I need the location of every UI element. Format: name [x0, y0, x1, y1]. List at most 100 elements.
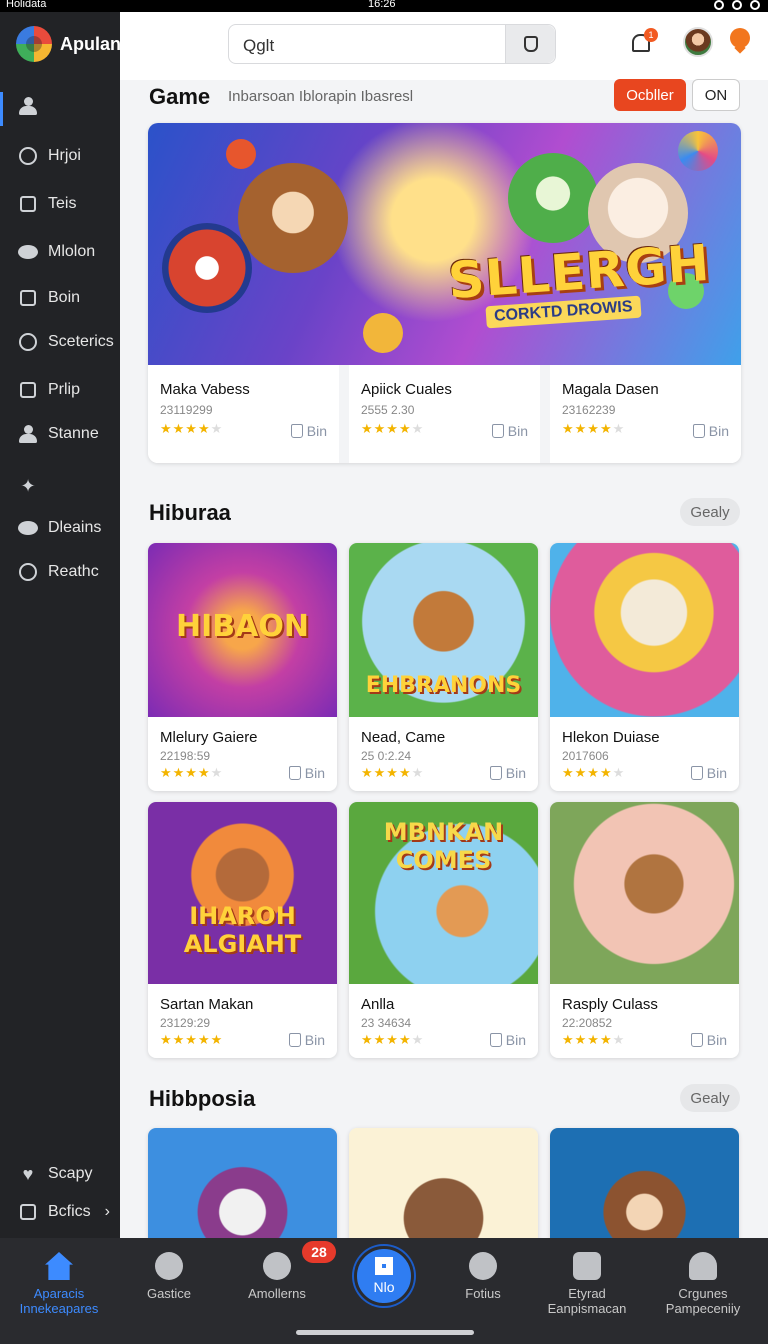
game-thumbnail	[550, 543, 739, 717]
like-button[interactable]: Bin	[288, 765, 325, 781]
sidebar-item-user[interactable]: Stanne	[18, 424, 99, 444]
like-button[interactable]: Bin	[489, 1032, 526, 1048]
game-meta: 25 0:2.24	[361, 749, 412, 763]
game-card[interactable]	[550, 1128, 739, 1238]
main-content: Qglt 1 Game Inbarsoan Iblorapin Ibasresl…	[120, 12, 768, 1238]
game-meta: 23 34634	[361, 1016, 412, 1030]
gamepad-icon	[155, 1252, 183, 1280]
brand[interactable]: Apulan	[16, 26, 121, 62]
avatar[interactable]	[683, 27, 713, 57]
sidebar-item-label: Mlolon	[48, 243, 96, 260]
rating-stars: ★★★★★	[562, 1032, 626, 1047]
pin-icon: ✦	[20, 475, 36, 496]
game-title: Apiick Cuales	[361, 381, 452, 398]
section-title-hiburaa: Hiburaa	[149, 500, 231, 525]
game-card[interactable]: HIBAON Mlelury Gaiere 22198:59 ★★★★★ Bin	[148, 543, 337, 791]
section-title-hibbposia: Hibbposia	[149, 1086, 256, 1111]
banner-game-card[interactable]: Apiick Cuales 2555 2.30 ★★★★★ Bin	[349, 365, 540, 463]
sidebar-item-bubble[interactable]: Sceterics	[18, 332, 114, 352]
game-card[interactable]: Rasply Culass 22:20852 ★★★★★ Bin	[550, 802, 739, 1058]
game-card[interactable]: EHBRANONS Nead, Came 25 0:2.24 ★★★★★ Bin	[349, 543, 538, 791]
like-button[interactable]: Bin	[290, 423, 327, 439]
chat-icon	[18, 242, 38, 262]
card-divider	[339, 365, 349, 463]
sidebar-item-square[interactable]: Prlip	[18, 380, 80, 400]
like-button[interactable]: Bin	[690, 1032, 727, 1048]
game-title: Magala Dasen	[562, 381, 659, 398]
bookmark-icon	[573, 1252, 601, 1280]
toggle-button[interactable]: ON	[692, 79, 740, 111]
game-thumbnail: IHAROH ALGIAHT	[148, 802, 337, 984]
like-button[interactable]: Bin	[690, 765, 727, 781]
game-meta: 22198:59	[160, 749, 211, 763]
status-icons	[714, 0, 760, 10]
game-card[interactable]: IHAROH ALGIAHT Sartan Makan 23129:29 ★★★…	[148, 802, 337, 1058]
tab-badge: 28	[302, 1241, 336, 1263]
thumbs-up-icon	[489, 1033, 502, 1047]
chat-bubble-icon[interactable]	[730, 28, 750, 48]
tab-profile[interactable]: Crgunes Pampeceniiy	[648, 1252, 758, 1316]
green-character	[508, 153, 598, 243]
home-icon	[45, 1252, 73, 1280]
sidebar-item-cloud[interactable]: Dleains	[18, 518, 101, 538]
sidebar-item-pin[interactable]: ✦	[18, 476, 48, 496]
game-card[interactable]	[349, 1128, 538, 1238]
mouse-icon	[523, 36, 538, 52]
search-icon	[18, 146, 38, 166]
banner-game-card[interactable]: Magala Dasen 23162239 ★★★★★ Bin	[550, 365, 741, 463]
sidebar-item-people[interactable]	[18, 96, 48, 116]
center-action-button[interactable]: Nlo	[354, 1246, 414, 1306]
like-button[interactable]: Bin	[288, 1032, 325, 1048]
primary-button[interactable]: Ocbller	[614, 79, 686, 111]
signal-icon	[714, 0, 724, 10]
featured-banner[interactable]: SLLERGH CORKTD DROWIS Maka Vabess 231192…	[148, 123, 741, 463]
profile-icon	[689, 1252, 717, 1280]
game-thumbnail: HIBAON	[148, 543, 337, 717]
circle-icon	[18, 562, 38, 582]
tab-gastice[interactable]: Gastice	[114, 1252, 224, 1301]
thumbs-up-icon	[690, 766, 703, 780]
user-icon	[18, 424, 38, 444]
rating-stars: ★★★★★	[361, 421, 425, 436]
sidebar-item-search[interactable]: Hrjoi	[18, 146, 81, 166]
see-all-button[interactable]: Gealy	[680, 1084, 740, 1112]
sidebar-item-label: Teis	[48, 195, 77, 212]
grid-icon	[375, 1257, 393, 1275]
like-button[interactable]: Bin	[491, 423, 528, 439]
sidebar-item-chat[interactable]: Mlolon	[18, 242, 95, 262]
sidebar-item-label: Stanne	[48, 425, 99, 442]
game-card[interactable]	[148, 1128, 337, 1238]
active-indicator	[0, 92, 3, 126]
rating-stars: ★★★★★	[361, 765, 425, 780]
game-meta: 23162239	[562, 403, 616, 417]
thumbs-up-icon	[491, 424, 504, 438]
home-indicator[interactable]	[296, 1330, 474, 1335]
status-bar: Holidata 16:26	[0, 0, 768, 12]
like-button[interactable]: Bin	[692, 423, 729, 439]
game-thumbnail: MBNKAN COMES	[349, 802, 538, 984]
bear-character	[238, 163, 348, 273]
sidebar-item-bcfics[interactable]: Bcfics ›	[18, 1202, 110, 1222]
cloud-icon	[18, 518, 38, 538]
search-input[interactable]: Qglt	[243, 36, 274, 56]
rating-stars: ★★★★★	[562, 765, 626, 780]
search-box[interactable]: Qglt	[228, 24, 556, 64]
sidebar-item-tile[interactable]: Teis	[18, 194, 76, 214]
game-card[interactable]: Hlekon Duiase 2017606 ★★★★★ Bin	[550, 543, 739, 791]
notification-button[interactable]: 1	[630, 28, 658, 54]
tab-fotius[interactable]: Fotius	[428, 1252, 538, 1301]
sidebar-item-box[interactable]: Boin	[18, 288, 80, 308]
like-button[interactable]: Bin	[489, 765, 526, 781]
tab-home[interactable]: Aparacis Innekeapares	[4, 1252, 114, 1316]
game-title: Sartan Makan	[160, 996, 254, 1013]
see-all-button[interactable]: Gealy	[680, 498, 740, 526]
game-card[interactable]: MBNKAN COMES Anlla 23 34634 ★★★★★ Bin	[349, 802, 538, 1058]
search-button[interactable]	[505, 25, 555, 63]
game-title: Nead, Came	[361, 729, 446, 746]
thumbs-up-icon	[288, 766, 301, 780]
section-subtitle: Inbarsoan Iblorapin Ibasresl	[228, 88, 414, 105]
sidebar-item-scapy[interactable]: ♥ Scapy	[18, 1164, 93, 1184]
banner-game-card[interactable]: Maka Vabess 23119299 ★★★★★ Bin	[148, 365, 339, 463]
tab-etyrad[interactable]: Etyrad Eanpismacan	[532, 1252, 642, 1316]
sidebar-item-circle[interactable]: Reathc	[18, 562, 99, 582]
